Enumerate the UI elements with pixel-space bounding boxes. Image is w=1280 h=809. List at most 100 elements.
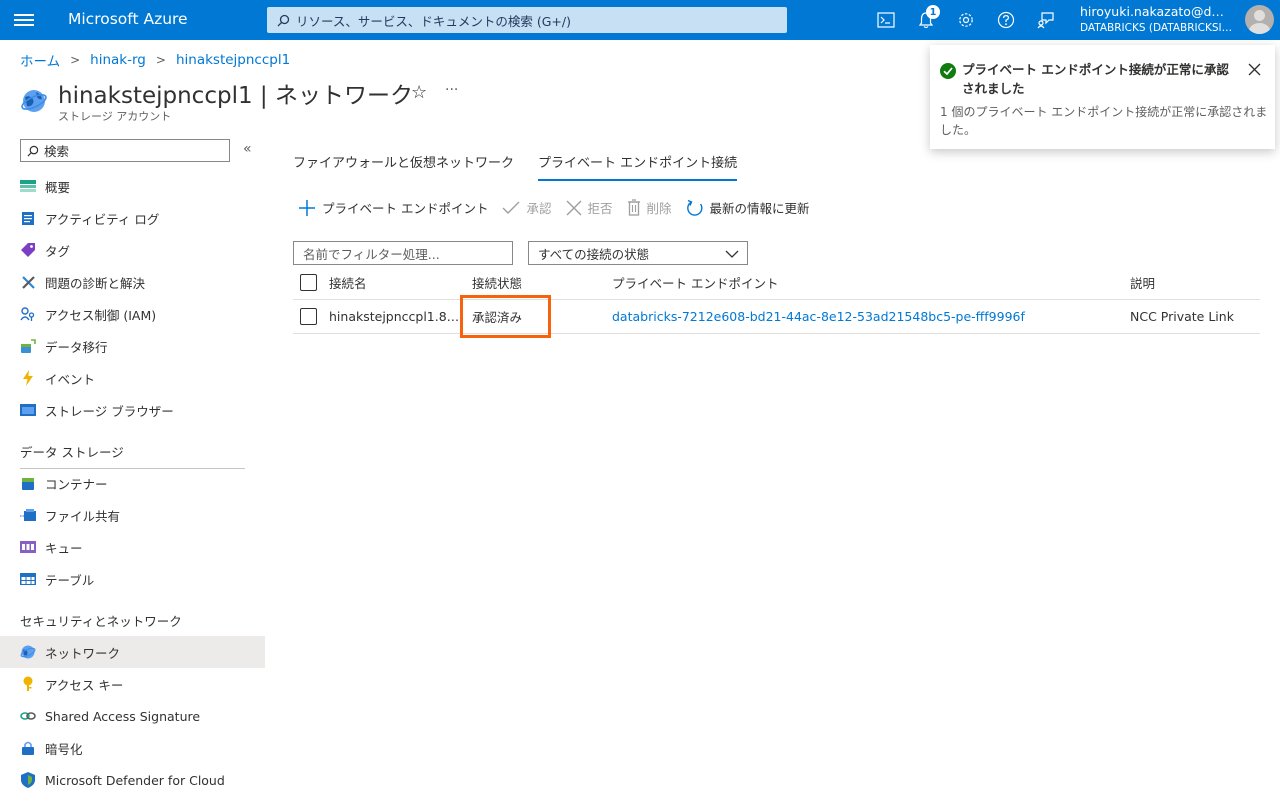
select-all-checkbox[interactable] bbox=[300, 273, 317, 291]
sidebar-item-sas[interactable]: Shared Access Signature bbox=[0, 700, 265, 732]
command-bar: プライベート エンドポイント 承認 拒否 削除 最新の情報に更新 bbox=[298, 198, 824, 217]
favorite-star-icon[interactable]: ☆ bbox=[411, 82, 427, 103]
breadcrumb-storage-account[interactable]: hinakstejpnccpl1 bbox=[176, 52, 290, 68]
sidebar-item-file-shares[interactable]: ファイル共有 bbox=[0, 499, 265, 531]
activity-log-icon bbox=[20, 210, 36, 226]
cloud-shell-icon[interactable] bbox=[866, 8, 906, 32]
global-search-input[interactable]: リソース、サービス、ドキュメントの検索 (G+/) bbox=[267, 7, 787, 33]
queue-icon bbox=[20, 539, 36, 555]
sidebar-item-tables[interactable]: テーブル bbox=[0, 563, 265, 595]
sidebar-item-label: Shared Access Signature bbox=[45, 708, 201, 724]
events-icon bbox=[20, 370, 36, 386]
reject-label: 拒否 bbox=[587, 201, 613, 216]
sas-icon bbox=[20, 708, 36, 724]
sidebar-item-label: ネットワーク bbox=[45, 645, 121, 661]
table-icon bbox=[20, 571, 36, 587]
sidebar-item-label: データ移行 bbox=[45, 339, 108, 355]
delete-button[interactable]: 削除 bbox=[627, 198, 672, 217]
toast-message: 1 個のプライベート エンドポイント接続が正常に承認されました。 bbox=[940, 105, 1268, 137]
sidebar-item-label: タグ bbox=[45, 243, 71, 259]
file-share-icon bbox=[20, 507, 36, 523]
sidebar-item-tags[interactable]: タグ bbox=[0, 234, 265, 266]
sidebar-item-iam[interactable]: アクセス制御 (IAM) bbox=[0, 298, 265, 330]
section-data-storage: データ ストレージ bbox=[20, 442, 245, 469]
sidebar-item-label: キュー bbox=[45, 540, 83, 556]
delete-label: 削除 bbox=[646, 201, 672, 216]
top-icons: 1 bbox=[866, 5, 1066, 32]
approve-button[interactable]: 承認 bbox=[502, 198, 552, 217]
sidebar-item-containers[interactable]: コンテナー bbox=[0, 467, 265, 499]
sidebar-item-label: ストレージ ブラウザー bbox=[45, 403, 174, 419]
column-header-description[interactable]: 説明 bbox=[1130, 265, 1155, 299]
search-icon bbox=[277, 14, 290, 26]
reject-button[interactable]: 拒否 bbox=[566, 198, 613, 217]
more-options-icon[interactable]: ··· bbox=[445, 82, 458, 98]
avatar[interactable] bbox=[1245, 5, 1274, 34]
sidebar-item-label: 暗号化 bbox=[45, 741, 83, 757]
notifications-icon[interactable]: 1 bbox=[906, 5, 946, 32]
page-title: hinakstejpnccpl1 | ネットワーク bbox=[58, 83, 413, 109]
breadcrumb-resource-group[interactable]: hinak-rg bbox=[90, 52, 146, 68]
connection-status-dropdown[interactable]: すべての接続の状態 bbox=[528, 241, 748, 265]
sidebar-search-input[interactable]: 検索 bbox=[20, 139, 230, 162]
hamburger-menu-icon[interactable] bbox=[14, 11, 34, 29]
chevron-right-icon: > bbox=[70, 53, 81, 67]
checkmark-icon bbox=[502, 201, 520, 215]
close-icon[interactable] bbox=[1248, 61, 1261, 80]
column-header-name[interactable]: 接続名 bbox=[329, 265, 367, 299]
success-check-icon bbox=[940, 63, 956, 83]
column-header-endpoint[interactable]: プライベート エンドポイント bbox=[612, 265, 778, 299]
sidebar-item-events[interactable]: イベント bbox=[0, 362, 265, 394]
connection-name: hinakstejpnccpl1.8… bbox=[329, 309, 460, 324]
notification-badge: 1 bbox=[926, 5, 940, 19]
trash-icon bbox=[627, 199, 641, 216]
refresh-icon bbox=[686, 199, 704, 217]
sidebar-item-activity-log[interactable]: アクティビティ ログ bbox=[0, 202, 265, 234]
feedback-icon[interactable] bbox=[1026, 8, 1066, 32]
sidebar-item-diagnose[interactable]: 問題の診断と解決 bbox=[0, 266, 265, 298]
sidebar-item-label: 概要 bbox=[45, 179, 71, 195]
name-filter-input[interactable]: 名前でフィルター処理... bbox=[293, 241, 513, 265]
tab-private-endpoint-connections[interactable]: プライベート エンドポイント接続 bbox=[538, 150, 738, 181]
sidebar-item-queues[interactable]: キュー bbox=[0, 531, 265, 563]
sidebar-item-overview[interactable]: 概要 bbox=[0, 170, 265, 202]
tab-bar: ファイアウォールと仮想ネットワーク プライベート エンドポイント接続 bbox=[293, 150, 761, 181]
sidebar-item-networking[interactable]: ネットワーク bbox=[0, 636, 265, 668]
sidebar-item-data-migration[interactable]: データ移行 bbox=[0, 330, 265, 362]
refresh-button[interactable]: 最新の情報に更新 bbox=[686, 198, 810, 217]
sidebar-item-label: ファイル共有 bbox=[45, 508, 121, 524]
chevron-right-icon: > bbox=[155, 53, 166, 67]
breadcrumb-home[interactable]: ホーム bbox=[20, 50, 60, 70]
add-private-endpoint-label: プライベート エンドポイント bbox=[322, 201, 489, 216]
user-account[interactable]: hiroyuki.nakazato@d… DATABRICKS (DATABRI… bbox=[1080, 4, 1240, 35]
status-highlight-box bbox=[460, 295, 551, 338]
sidebar-item-access-keys[interactable]: アクセス キー bbox=[0, 668, 265, 700]
row-checkbox[interactable] bbox=[300, 308, 317, 325]
portal-brand[interactable]: Microsoft Azure bbox=[68, 10, 188, 28]
sidebar-search-placeholder: 検索 bbox=[44, 144, 70, 159]
row-select-cell bbox=[300, 300, 317, 333]
overview-icon bbox=[20, 178, 36, 194]
top-bar: Microsoft Azure リソース、サービス、ドキュメントの検索 (G+/… bbox=[0, 0, 1280, 40]
table-row[interactable]: hinakstejpnccpl1.8… 承認済み databricks-7212… bbox=[293, 300, 1260, 334]
sidebar-item-encryption[interactable]: 暗号化 bbox=[0, 732, 265, 764]
column-header-status[interactable]: 接続状態 bbox=[472, 265, 522, 299]
help-icon[interactable] bbox=[986, 8, 1026, 32]
sidebar-item-defender[interactable]: Microsoft Defender for Cloud bbox=[0, 764, 265, 796]
sidebar-item-label: アクティビティ ログ bbox=[45, 211, 160, 227]
approve-label: 承認 bbox=[526, 201, 552, 216]
diagnose-icon bbox=[20, 274, 36, 290]
sidebar-item-label: Microsoft Defender for Cloud bbox=[45, 772, 225, 788]
defender-icon bbox=[20, 772, 36, 788]
private-endpoint-link[interactable]: databricks-7212e608-bd21-44ac-8e12-53ad2… bbox=[612, 300, 1025, 333]
network-icon bbox=[20, 644, 36, 660]
network-globe-icon bbox=[20, 87, 48, 115]
collapse-sidebar-icon[interactable]: « bbox=[243, 141, 252, 157]
tab-firewall-vnet[interactable]: ファイアウォールと仮想ネットワーク bbox=[293, 150, 514, 181]
add-private-endpoint-button[interactable]: プライベート エンドポイント bbox=[298, 198, 488, 217]
search-icon bbox=[27, 145, 39, 157]
sidebar-item-storage-browser[interactable]: ストレージ ブラウザー bbox=[0, 394, 265, 426]
settings-gear-icon[interactable] bbox=[946, 8, 986, 32]
table-header: 接続名 接続状態 プライベート エンドポイント 説明 bbox=[293, 265, 1260, 300]
user-name: hiroyuki.nakazato@d… bbox=[1080, 4, 1224, 19]
